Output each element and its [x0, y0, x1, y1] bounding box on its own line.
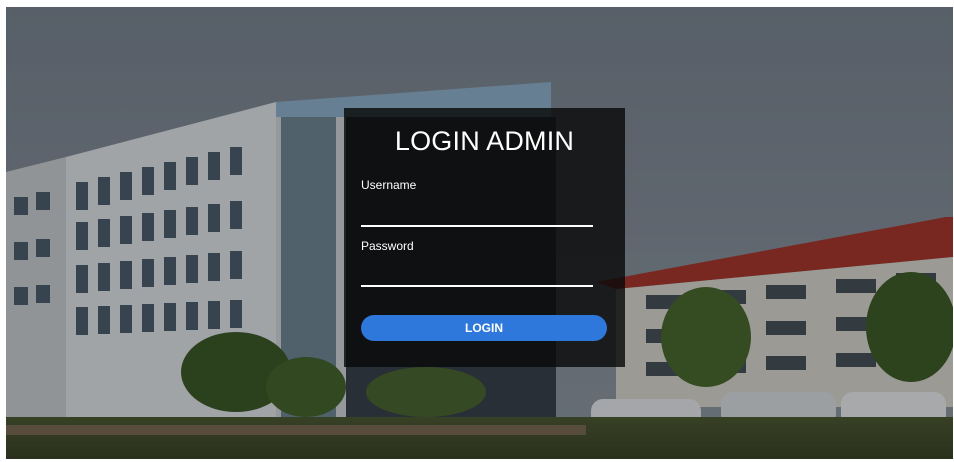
username-label: Username [361, 178, 417, 192]
password-label: Password [361, 239, 414, 253]
username-input[interactable] [361, 205, 593, 227]
login-button[interactable]: LOGIN [361, 315, 607, 341]
password-input[interactable] [361, 265, 593, 287]
login-panel: LOGIN ADMIN Username Password LOGIN [344, 108, 625, 367]
login-title: LOGIN ADMIN [394, 126, 575, 156]
